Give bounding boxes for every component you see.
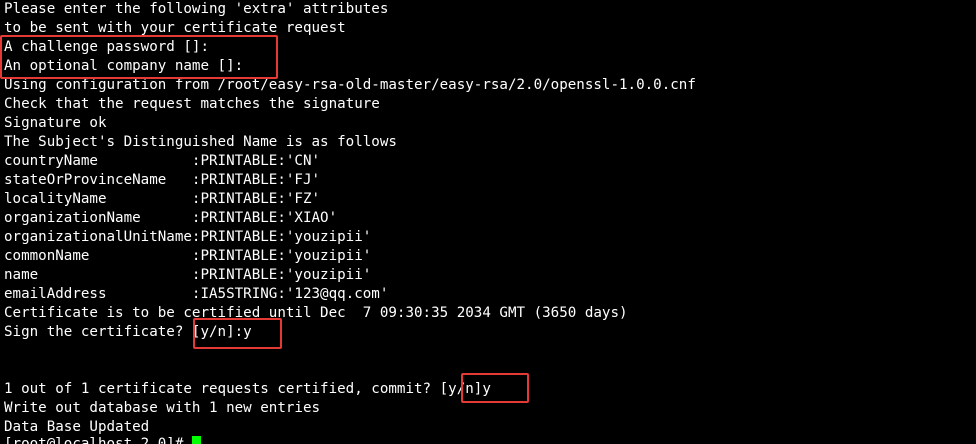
terminal-window[interactable]: Please enter the following 'extra' attri… bbox=[0, 0, 976, 444]
terminal-line: A challenge password []: bbox=[4, 39, 209, 55]
terminal-line: name :PRINTABLE:'youzipii' bbox=[4, 267, 372, 283]
terminal-line: localityName :PRINTABLE:'FZ' bbox=[4, 191, 321, 207]
terminal-cursor bbox=[191, 436, 201, 444]
terminal-line: to be sent with your certificate request bbox=[4, 20, 346, 36]
terminal-line: Signature ok bbox=[4, 115, 107, 131]
terminal-line: commonName :PRINTABLE:'youzipii' bbox=[4, 248, 372, 264]
terminal-line: stateOrProvinceName :PRINTABLE:'FJ' bbox=[4, 172, 321, 188]
terminal-line: The Subject's Distinguished Name is as f… bbox=[4, 134, 397, 150]
terminal-line: Write out database with 1 new entries bbox=[4, 400, 321, 416]
terminal-line: countryName :PRINTABLE:'CN' bbox=[4, 153, 321, 169]
terminal-line: An optional company name []: bbox=[4, 58, 244, 74]
terminal-line: organizationName :PRINTABLE:'XIAO' bbox=[4, 210, 338, 226]
terminal-line: Check that the request matches the signa… bbox=[4, 96, 380, 112]
terminal-prompt-line: [root@localhost 2.0]# bbox=[4, 435, 201, 444]
terminal-line: 1 out of 1 certificate requests certifie… bbox=[4, 381, 491, 397]
terminal-line: Using configuration from /root/easy-rsa-… bbox=[4, 77, 696, 93]
terminal-line: Certificate is to be certified until Dec… bbox=[4, 305, 628, 321]
terminal-line: Sign the certificate? [y/n]:y bbox=[4, 324, 252, 340]
terminal-line: emailAddress :IA5STRING:'123@qq.com' bbox=[4, 286, 389, 302]
terminal-line: organizationalUnitName:PRINTABLE:'youzip… bbox=[4, 229, 372, 245]
terminal-line: Please enter the following 'extra' attri… bbox=[4, 1, 389, 17]
shell-prompt: [root@localhost 2.0]# bbox=[4, 436, 192, 444]
